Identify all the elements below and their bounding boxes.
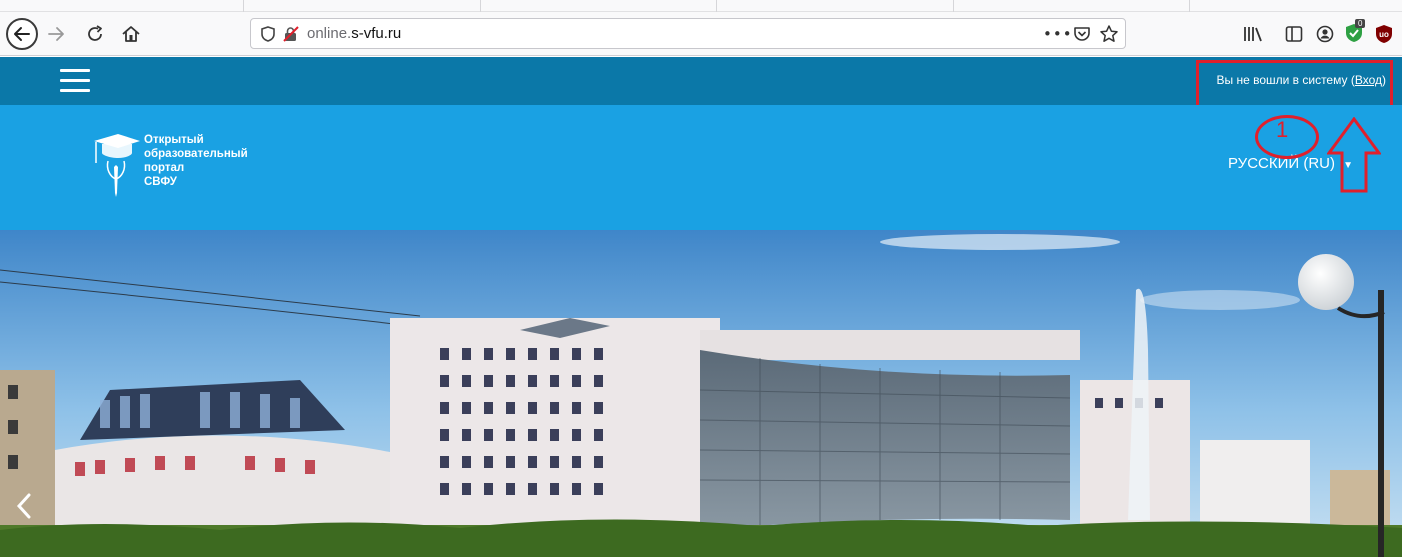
- carousel-prev-icon[interactable]: [14, 492, 34, 520]
- svg-text:uo: uo: [1379, 30, 1389, 39]
- browser-toolbar: online.s-vfu.ru ••• 0 uo: [0, 12, 1402, 56]
- back-button[interactable]: [6, 18, 38, 50]
- page-actions-menu-icon[interactable]: •••: [1043, 25, 1073, 43]
- ublock-origin-icon[interactable]: uo: [1375, 24, 1393, 44]
- tab-separator: [716, 0, 717, 12]
- browser-tab-strip: [0, 0, 1402, 12]
- site-navbar: Вы не вошли в систему (Вход): [0, 57, 1402, 105]
- tracking-protection-shield-icon[interactable]: [261, 26, 275, 42]
- graduation-cap-logo-icon: [94, 134, 140, 197]
- library-icon[interactable]: [1243, 25, 1263, 43]
- home-button[interactable]: [120, 23, 142, 45]
- logo-line: Открытый: [144, 134, 204, 146]
- brand-header: Открытый образовательный портал СВФУ РУС…: [0, 105, 1402, 230]
- logo-line: образовательный: [144, 148, 248, 160]
- annotation-up-arrow-icon: [1327, 117, 1381, 193]
- logo-line: портал: [144, 162, 185, 174]
- logo-text: Открытый образовательный портал СВФУ: [144, 133, 248, 189]
- address-bar[interactable]: online.s-vfu.ru •••: [250, 18, 1126, 49]
- forward-button[interactable]: [46, 24, 66, 44]
- annotation-number: 1: [1276, 117, 1289, 142]
- tab-separator: [1189, 0, 1190, 12]
- url-domain: s-vfu.ru: [351, 25, 402, 42]
- back-arrow-icon: [14, 27, 30, 41]
- logo-line: СВФУ: [144, 176, 177, 188]
- account-icon[interactable]: [1316, 25, 1334, 43]
- forward-arrow-icon: [48, 27, 64, 41]
- extension-badge: 0: [1355, 19, 1366, 28]
- extension-shield-button[interactable]: 0: [1342, 19, 1366, 45]
- tab-separator: [243, 0, 244, 12]
- url-subdomain: online.: [307, 25, 352, 42]
- hero-carousel-image: [0, 230, 1402, 557]
- pocket-icon[interactable]: [1073, 25, 1091, 43]
- annotation-highlight-box: [1196, 60, 1393, 108]
- reload-icon: [88, 25, 102, 41]
- sidebar-icon[interactable]: [1285, 25, 1303, 43]
- menu-hamburger-icon[interactable]: [60, 69, 90, 93]
- bookmark-star-icon[interactable]: [1099, 24, 1119, 44]
- home-icon: [122, 26, 140, 42]
- site-logo[interactable]: Открытый образовательный портал СВФУ: [88, 131, 288, 205]
- reload-button[interactable]: [84, 23, 106, 45]
- insecure-lock-icon[interactable]: [283, 26, 299, 42]
- tab-separator: [480, 0, 481, 12]
- url-text: online.s-vfu.ru: [307, 25, 401, 42]
- university-building-photo: [0, 230, 1402, 557]
- tab-separator: [953, 0, 954, 12]
